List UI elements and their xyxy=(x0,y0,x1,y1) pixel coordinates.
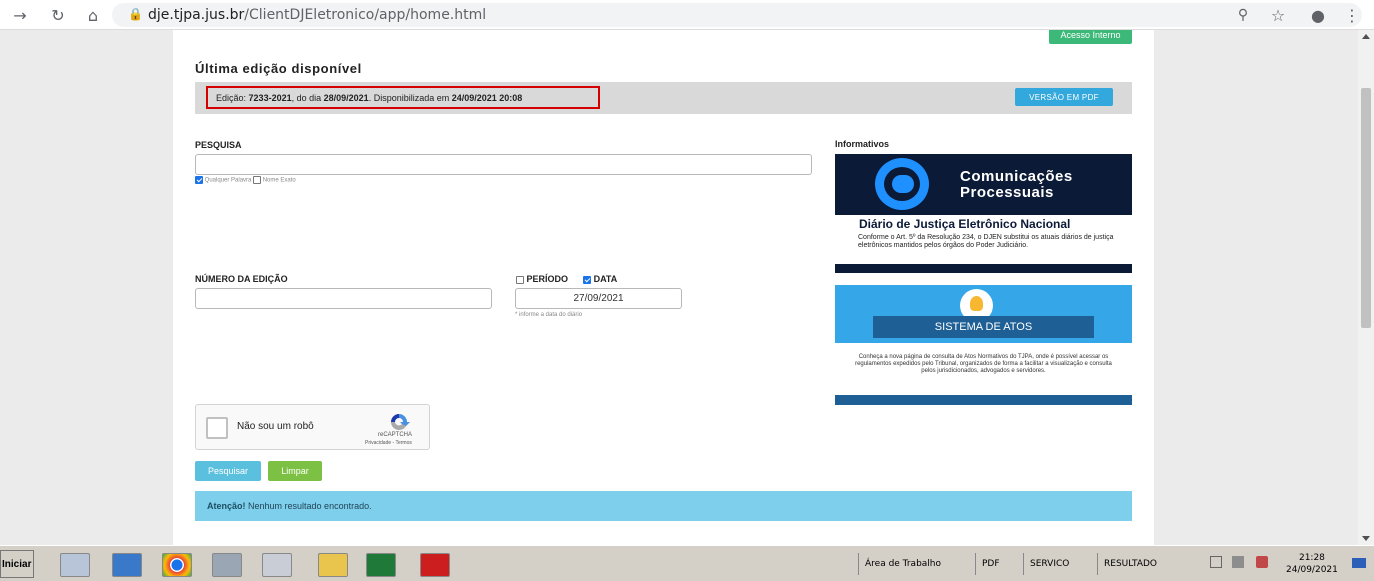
qualquer-palavra-label: Qualquer Palavra xyxy=(204,177,252,184)
pesquisa-input[interactable] xyxy=(195,154,812,175)
scroll-up-icon[interactable] xyxy=(1362,34,1370,39)
flag-icon[interactable] xyxy=(1210,556,1222,568)
recaptcha-brand: reCAPTCHA xyxy=(378,432,413,438)
taskbar-item-desktop[interactable]: Área de Trabalho xyxy=(858,553,970,575)
periodo-checkbox[interactable] xyxy=(516,275,524,284)
nome-exato-checkbox[interactable] xyxy=(253,176,262,184)
pdf-reader-icon[interactable] xyxy=(420,553,450,577)
powershell-icon[interactable] xyxy=(112,553,142,577)
menu-icon[interactable]: ⋮ xyxy=(1342,5,1362,25)
alert-text: Nenhum resultado encontrado. xyxy=(245,501,372,511)
tray-clock[interactable]: 21:28 24/09/2021 xyxy=(1286,552,1338,576)
network-app-icon[interactable] xyxy=(60,553,90,577)
recaptcha-label: Não sou um robô xyxy=(237,421,314,432)
show-desktop-icon[interactable] xyxy=(1352,558,1366,568)
lock-icon: 🔒 xyxy=(128,7,143,21)
result-alert: Atenção! Nenhum resultado encontrado. xyxy=(195,491,1132,521)
taskbar-item-resultado[interactable]: RESULTADO xyxy=(1097,553,1181,575)
search-options: Qualquer Palavra Nome Exato xyxy=(195,176,296,184)
date-mode-options: PERÍODO DATA xyxy=(516,274,617,284)
periodo-label: PERÍODO xyxy=(526,274,569,284)
reload-icon[interactable]: ↻ xyxy=(48,5,68,25)
qualquer-palavra-checkbox[interactable] xyxy=(195,176,203,184)
banner-header: Comunicações Processuais xyxy=(835,154,1132,215)
zoom-icon[interactable]: ⚲ xyxy=(1233,5,1253,25)
pesquisa-label: PESQUISA xyxy=(195,140,242,150)
acesso-interno-button[interactable]: Acesso Interno xyxy=(1049,30,1132,44)
clock-date: 24/09/2021 xyxy=(1286,565,1338,575)
banner-footer xyxy=(835,395,1132,405)
data-input[interactable]: 27/09/2021 xyxy=(515,288,682,309)
recaptcha-checkbox[interactable] xyxy=(206,417,228,439)
page-scrollbar[interactable] xyxy=(1358,30,1374,545)
app-icon[interactable] xyxy=(212,553,242,577)
limpar-button[interactable]: Limpar xyxy=(268,461,322,481)
scroll-thumb[interactable] xyxy=(1361,88,1371,328)
recaptcha-widget: Não sou um robô reCAPTCHA Privacidade - … xyxy=(195,404,430,450)
nome-exato-label: Nome Exato xyxy=(262,177,296,184)
taskbar-item-pdf[interactable]: PDF xyxy=(975,553,1021,575)
pesquisar-button[interactable]: Pesquisar xyxy=(195,461,261,481)
banner-text: Conforme o Art. 5º da Resolução 234, o D… xyxy=(858,234,1114,249)
folder-icon[interactable] xyxy=(318,553,348,577)
comunicacoes-logo-icon xyxy=(875,158,929,210)
page-viewport: Acesso Interno Última edição disponível … xyxy=(0,30,1358,545)
edition-bar: Edição: 7233-2021, do dia 28/09/2021. Di… xyxy=(195,82,1132,114)
sistema-atos-banner[interactable]: SISTEMA DE ATOS Conheça a nova página de… xyxy=(835,285,1132,405)
excel-icon[interactable] xyxy=(366,553,396,577)
comunicacoes-banner[interactable]: Comunicações Processuais Diário de Justi… xyxy=(835,154,1132,274)
recaptcha-terms[interactable]: Privacidade - Termos xyxy=(365,440,412,446)
data-hint: * informe a data do diário xyxy=(515,312,583,318)
page-title: Última edição disponível xyxy=(195,61,362,76)
edition-info: Edição: 7233-2021, do dia 28/09/2021. Di… xyxy=(206,86,600,109)
calculator-icon[interactable] xyxy=(262,553,292,577)
scroll-down-icon[interactable] xyxy=(1362,536,1370,541)
banner-ribbon-text: SISTEMA DE ATOS xyxy=(934,321,1033,333)
banner-line1: Comunicações xyxy=(960,168,1073,185)
forward-icon[interactable]: → xyxy=(10,5,30,25)
informativos-title: Informativos xyxy=(835,139,890,149)
data-label: DATA xyxy=(593,274,618,284)
profile-icon[interactable]: ● xyxy=(1308,5,1328,25)
data-checkbox[interactable] xyxy=(583,275,592,284)
chrome-icon[interactable] xyxy=(162,553,192,577)
bookmark-star-icon[interactable]: ☆ xyxy=(1268,5,1288,25)
network-tray-icon[interactable] xyxy=(1232,556,1244,568)
numero-edicao-input[interactable] xyxy=(195,288,492,309)
banner-footer xyxy=(835,264,1132,273)
url-text: dje.tjpa.jus.br/ClientDJEletronico/app/h… xyxy=(148,7,487,23)
alert-strong: Atenção! xyxy=(207,501,246,511)
banner-text: Conheça a nova página de consulta de Ato… xyxy=(855,354,1112,374)
windows-taskbar: Iniciar Área de Trabalho PDF SERVICO RES… xyxy=(0,545,1374,581)
content-panel: Acesso Interno Última edição disponível … xyxy=(173,30,1154,545)
recaptcha-logo-icon xyxy=(391,414,410,431)
numero-edicao-label: NÚMERO DA EDIÇÃO xyxy=(195,274,288,284)
taskbar-item-servico[interactable]: SERVICO xyxy=(1023,553,1095,575)
browser-toolbar: → ↻ ⌂ 🔒 dje.tjpa.jus.br/ClientDJEletroni… xyxy=(0,0,1374,30)
banner-line2: Processuais xyxy=(960,184,1054,201)
versao-pdf-button[interactable]: VERSÃO EM PDF xyxy=(1015,88,1113,106)
clock-time: 21:28 xyxy=(1298,553,1325,563)
home-icon[interactable]: ⌂ xyxy=(83,5,103,25)
banner-heading: Diário de Justiça Eletrônico Nacional xyxy=(859,217,1071,231)
address-bar[interactable]: 🔒 dje.tjpa.jus.br/ClientDJEletronico/app… xyxy=(112,3,1362,27)
start-button[interactable]: Iniciar xyxy=(0,550,34,578)
volume-icon[interactable] xyxy=(1256,556,1268,568)
